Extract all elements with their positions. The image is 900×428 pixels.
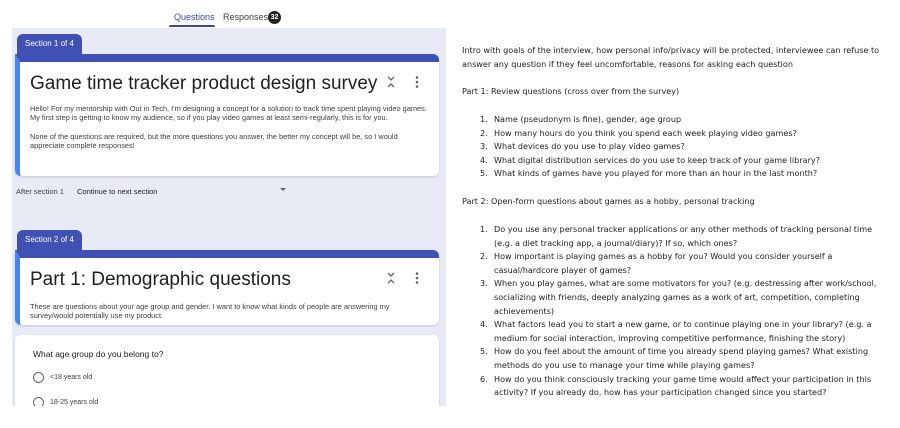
form-canvas: Section 1 of 4 Game time tracker product… — [12, 28, 446, 406]
list-number: 3. — [480, 141, 488, 152]
section-2-tag: Section 2 of 4 — [17, 230, 82, 250]
list-item: 1. Do you use any personal tracker applic… — [480, 224, 873, 248]
doc-part1-heading: Part 1: Review questions (cross over fro… — [462, 86, 680, 96]
interview-document: Intro with goals of the interview, how p… — [462, 0, 900, 428]
option-label[interactable]: <18 years old — [50, 374, 92, 381]
question-title[interactable]: What age group do you belong to? — [33, 349, 163, 359]
section-2-description[interactable]: These are questions about your age group… — [30, 302, 429, 320]
list-item: 4. What factors lead you to start a new g… — [480, 319, 872, 343]
list-number: 1. — [480, 224, 488, 234]
list-number: 1. — [480, 114, 488, 124]
list-item: 1. Name (pseudonym is fine), gender, age … — [462, 113, 892, 127]
more-options-icon[interactable] — [415, 271, 419, 288]
list-number: 5. — [480, 346, 488, 357]
list-number: 2. — [480, 127, 488, 138]
option-label[interactable]: 18-25 years old — [50, 399, 98, 406]
list-item: 2. How important is playing games as a ho… — [480, 251, 833, 275]
tab-questions-indicator — [169, 25, 215, 27]
collapse-section-2-icon[interactable] — [386, 271, 396, 288]
section-1-tag: Section 1 of 4 — [17, 34, 82, 54]
more-options-icon[interactable] — [415, 75, 419, 92]
collapse-section-1-icon[interactable] — [386, 75, 396, 92]
question-card[interactable]: What age group do you belong to? <18 yea… — [15, 335, 439, 406]
list-item: 5. What kinds of games have you played fo… — [462, 167, 892, 181]
list-item: 3. What devices do you use to play video … — [462, 140, 892, 154]
list-number: 4. — [480, 319, 488, 330]
list-item: 6. How do you think consciously tracking … — [480, 373, 872, 398]
dropdown-arrow-icon[interactable] — [280, 188, 286, 191]
radio-option[interactable] — [33, 397, 44, 406]
after-section-label: After section 1 — [16, 187, 64, 196]
list-number: 4. — [480, 154, 488, 165]
tab-questions[interactable]: Questions — [174, 12, 215, 22]
list-number: 3. — [480, 278, 488, 289]
list-item: 2. How many hours do you think you spend … — [462, 127, 892, 141]
section-1-card[interactable]: Game time tracker product design survey … — [15, 54, 439, 176]
tab-responses[interactable]: Responses — [223, 12, 268, 22]
list-item: 4. What digital distribution services do … — [462, 154, 892, 168]
section-2-card[interactable]: Part 1: Demographic questions These are … — [15, 250, 439, 325]
doc-intro: Intro with goals of the interview, how p… — [462, 45, 880, 69]
section-1-title[interactable]: Game time tracker product design survey — [30, 73, 377, 95]
doc-part2-list: 1. Do you use any personal tracker applic… — [462, 223, 892, 400]
list-item: 3. When you play games, what are some mot… — [480, 278, 877, 316]
form-editor: Questions Responses 32 Section 1 of 4 Ga… — [0, 0, 450, 428]
section-1-description[interactable]: Hello! For my mentorship with Out in Tec… — [30, 104, 429, 150]
section-2-title[interactable]: Part 1: Demographic questions — [30, 269, 291, 291]
doc-part1-list: 1. Name (pseudonym is fine), gender, age … — [462, 113, 892, 181]
radio-option[interactable] — [33, 372, 44, 383]
list-number: 6. — [480, 373, 488, 384]
form-tabs: Questions Responses 32 — [0, 0, 450, 28]
list-number: 2. — [480, 251, 488, 262]
doc-part2-heading: Part 2: Open-form questions about games … — [462, 196, 755, 206]
list-number: 5. — [480, 168, 488, 179]
list-item: 5. How do you feel about the amount of ti… — [480, 346, 869, 370]
responses-count-badge: 32 — [268, 11, 281, 24]
after-section-select[interactable]: Continue to next section — [77, 187, 157, 196]
